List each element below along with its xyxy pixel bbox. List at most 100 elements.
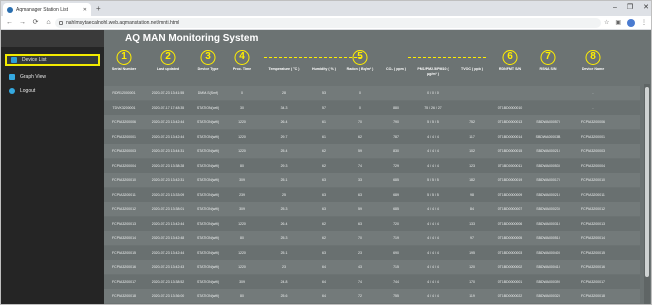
scrollbar[interactable] bbox=[644, 84, 650, 304]
table-cell: 25.1 bbox=[280, 178, 288, 182]
table-cell: 64 bbox=[322, 279, 326, 284]
column-header[interactable]: 5 Radon ( Bq/m³ ) bbox=[345, 50, 375, 84]
table-cell: 80 bbox=[240, 163, 244, 168]
menu-kebab-icon[interactable]: ⋮ bbox=[641, 18, 647, 28]
table-cell: STATION(wifi) bbox=[196, 134, 220, 139]
table-cell: 787 bbox=[393, 134, 399, 139]
table-cell: - bbox=[592, 91, 594, 95]
table-row[interactable]: FCPIA3200012 2020-07-23 13:38:01 STATION(w… bbox=[104, 202, 640, 216]
profile-avatar[interactable] bbox=[627, 19, 635, 27]
table-row[interactable]: FCPIA3200013 2020-07-23 13:42:44 STATION(w… bbox=[104, 216, 640, 231]
table-cell: 33 bbox=[358, 178, 362, 182]
table-cell: 690 bbox=[393, 250, 399, 255]
table-cell: 0 bbox=[359, 91, 361, 95]
column-header[interactable]: Humidity ( % ) bbox=[309, 50, 339, 84]
table-row[interactable]: FCPIA3200016 2020-07-23 13:42:43 STATION(w… bbox=[104, 260, 640, 274]
table-cell: 719 bbox=[393, 236, 399, 240]
table-cell: 61 bbox=[322, 134, 326, 139]
table-cell: 830 bbox=[393, 149, 399, 153]
table-cell: 309 bbox=[239, 178, 245, 182]
table-row[interactable]: FCPIA3200006 2020-07-23 13:42:44 STATION(w… bbox=[104, 115, 640, 129]
table-cell: 4 / 4 / 4 bbox=[427, 236, 439, 240]
column-header-label: TVOC ( ppb ) bbox=[461, 67, 483, 71]
column-header[interactable]: CO₂ ( ppm ) bbox=[382, 50, 410, 84]
column-header[interactable]: TVOC ( ppb ) bbox=[459, 50, 485, 84]
table-cell: 117 bbox=[469, 134, 475, 139]
extension-icon[interactable]: ▣ bbox=[615, 18, 621, 28]
tab-close-icon[interactable]: ✕ bbox=[83, 7, 87, 13]
table-row[interactable]: FCPIA3200003 2020-07-23 13:44:31 STATION(w… bbox=[104, 144, 640, 158]
tab-title: Aqmanager Station List bbox=[16, 6, 68, 13]
table-cell: 24.8 bbox=[280, 279, 288, 284]
window-controls: – ❐ ✕ bbox=[613, 2, 649, 14]
address-bar[interactable]: nahlmsytaecalnohl.web.aqmanstation.net/m… bbox=[55, 18, 601, 28]
table-cell: FCPIA3200006 bbox=[581, 120, 605, 124]
page-title: AQ MAN Monitoring System bbox=[125, 33, 259, 44]
table-cell: 0T1BD0000007 bbox=[497, 207, 523, 211]
table-cell: 2020-07-23 13:41:55 bbox=[151, 91, 185, 95]
table-cell: 4 / 4 / 4 bbox=[427, 149, 439, 153]
table-cell: DMM-S(Smf) bbox=[197, 91, 219, 95]
table-cell: STATION(wifi) bbox=[196, 236, 220, 240]
table-cell: 1220 bbox=[238, 120, 246, 124]
table-cell: 57 bbox=[322, 105, 326, 110]
table-cell: FCPIA3200016 bbox=[581, 265, 605, 269]
table-cell: 2020-07-23 13:42:44 bbox=[151, 134, 185, 139]
maximize-icon[interactable]: ❐ bbox=[627, 2, 633, 14]
bookmark-star-icon[interactable]: ☆ bbox=[604, 18, 609, 28]
column-header[interactable]: 6 RDNFMT S/N bbox=[490, 50, 530, 84]
sidebar-item-graph-view[interactable]: Graph View bbox=[5, 71, 100, 83]
table-cell: 80 bbox=[240, 236, 244, 240]
table-cell: 98 bbox=[470, 192, 474, 197]
table-row[interactable]: FCPIA3200015 2020-07-23 13:42:44 STATION(w… bbox=[104, 245, 640, 260]
sidebar-item-device-list[interactable]: Device List bbox=[5, 54, 100, 66]
table-cell: 2020-07-23 13:38:28 bbox=[151, 163, 185, 168]
table-cell: 70 bbox=[358, 120, 362, 124]
column-header[interactable]: 8 Device Name bbox=[571, 50, 615, 84]
scrollbar-thumb[interactable] bbox=[645, 87, 649, 277]
column-header[interactable]: PM1/PM2.5/PM10 ( µg/m³ ) bbox=[413, 50, 453, 84]
table-cell bbox=[459, 86, 485, 100]
table-row[interactable]: FCPIA3200001 2020-07-23 13:42:44 STATION(w… bbox=[104, 129, 640, 144]
column-number-badge: 4 bbox=[234, 50, 250, 65]
table-row[interactable]: FCPIA3200010 2020-07-23 13:42:31 STATION(w… bbox=[104, 173, 640, 187]
table-cell: 26.4 bbox=[280, 120, 288, 124]
table-row[interactable]: FCPIA3200011 2020-07-23 13:33:09 STATION(w… bbox=[104, 187, 640, 202]
forward-icon[interactable]: → bbox=[19, 18, 26, 28]
table-cell: 97 bbox=[470, 236, 474, 240]
column-header[interactable]: 7 RSNA S/N bbox=[529, 50, 567, 84]
lock-icon bbox=[59, 21, 63, 25]
minimize-icon[interactable]: – bbox=[613, 2, 617, 14]
sidebar-brand-bar bbox=[1, 30, 104, 47]
table-cell: 752 bbox=[469, 120, 475, 124]
table-cell: 4 / 4 / 4 bbox=[427, 250, 439, 255]
table-cell: 63 bbox=[322, 178, 326, 182]
column-header[interactable]: 3 Device Type bbox=[190, 50, 226, 84]
table-cell: 4 / 4 / 4 bbox=[427, 221, 439, 226]
reload-icon[interactable]: ⟳ bbox=[32, 18, 39, 28]
new-tab-button[interactable]: + bbox=[96, 3, 101, 14]
column-header-label: RDNFMT S/N bbox=[498, 67, 522, 71]
table-cell: FCPIA3200014 bbox=[112, 236, 136, 240]
home-icon[interactable]: ⌂ bbox=[45, 18, 52, 28]
column-header[interactable]: Temperature ( °C ) bbox=[267, 50, 301, 84]
column-header[interactable]: 4 Proc. Time bbox=[227, 50, 257, 84]
table-cell: FCPIA3200015 bbox=[581, 250, 605, 255]
back-icon[interactable]: ← bbox=[6, 18, 13, 28]
table-row[interactable]: FCPIA3200018 2020-07-23 13:36:00 STATION(w… bbox=[104, 289, 640, 303]
column-header[interactable]: 2 Last updated bbox=[145, 50, 191, 84]
table-cell: STATION(wifi) bbox=[196, 149, 220, 153]
table-row[interactable]: FCPIA3200004 2020-07-23 13:38:28 STATION(w… bbox=[104, 158, 640, 173]
table-row[interactable]: TDVK3200001 2020-07-17 17:48:35 STATION(ce… bbox=[104, 100, 640, 115]
column-header[interactable]: 1 Serial Number bbox=[105, 50, 143, 84]
table-cell: 309 bbox=[239, 207, 245, 211]
sidebar-item-logout[interactable]: Logout bbox=[5, 85, 100, 97]
table-cell: FCPIA3200013 bbox=[112, 221, 136, 226]
table-cell: STATION(wifi) bbox=[196, 207, 220, 211]
table-cell: 2020-07-23 13:42:48 bbox=[151, 236, 185, 240]
table-row[interactable]: FCPIA3200014 2020-07-23 13:42:48 STATION(w… bbox=[104, 231, 640, 245]
close-window-icon[interactable]: ✕ bbox=[643, 2, 649, 14]
table-row[interactable]: FCPIA3200017 2020-07-23 13:38:52 STATION(w… bbox=[104, 274, 640, 289]
table-row[interactable]: RDR12000001 2020-07-23 13:41:55 DMM-S(Smf)… bbox=[104, 86, 640, 100]
browser-tab[interactable]: Aqmanager Station List ✕ bbox=[3, 3, 91, 16]
